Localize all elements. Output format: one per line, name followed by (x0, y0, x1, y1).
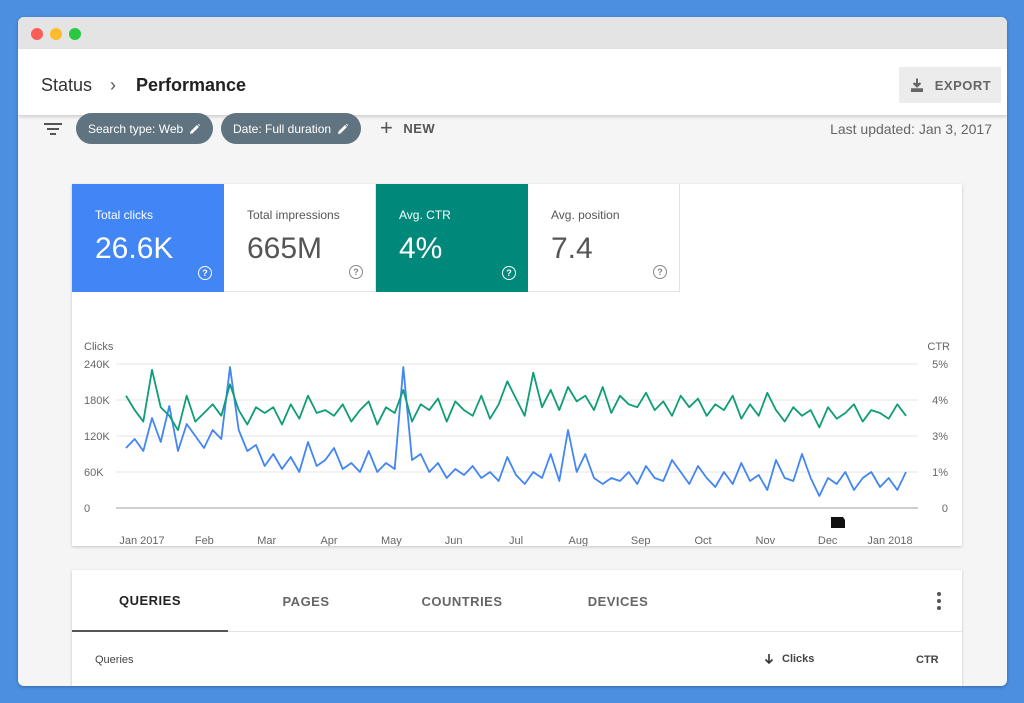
y-left-tick-label: 240K (84, 359, 110, 371)
y-right-tick-label: 0 (942, 503, 948, 515)
filter-icon[interactable] (43, 121, 63, 137)
metric-label: Avg. position (551, 208, 620, 222)
tab-queries[interactable]: QUERIES (72, 570, 228, 632)
help-icon[interactable]: ? (198, 266, 212, 280)
y-right-tick-label: 1% (932, 467, 948, 479)
metric-value: 7.4 (551, 232, 593, 265)
column-clicks-label: Clicks (782, 653, 815, 665)
download-icon (910, 78, 923, 92)
y-left-axis-label: Clicks (84, 341, 114, 353)
more-vert-icon[interactable] (936, 592, 942, 610)
filter-toolbar: Search type: Web Date: Full duration + N… (18, 113, 1007, 147)
y-right-tick-label: 5% (932, 359, 948, 371)
help-icon[interactable]: ? (653, 265, 667, 279)
metric-total-impressions[interactable]: Total impressions 665M ? (224, 184, 376, 292)
performance-line-chart[interactable]: Clicks CTR 240K 5% 180K 4% 120K 3% 60K 1% 0 0 Jan 20… (72, 314, 962, 546)
metric-label: Total clicks (95, 208, 154, 222)
metric-label: Total impressions (247, 208, 340, 222)
page-title: Performance (136, 75, 247, 95)
y-right-tick-label: 4% (932, 395, 948, 407)
tab-devices[interactable]: DEVICES (540, 570, 696, 632)
last-updated-text: Last updated: Jan 3, 2017 (830, 121, 992, 137)
x-tick-label: Feb (195, 535, 214, 546)
performance-chart-card: Total clicks 26.6K ? Total impressions 6… (72, 184, 962, 546)
close-window-button[interactable] (31, 28, 43, 40)
x-tick-label: Jul (509, 535, 523, 546)
y-left-tick-label: 60K (84, 467, 104, 479)
export-label: EXPORT (934, 77, 992, 93)
plus-icon: + (380, 115, 394, 140)
column-clicks[interactable]: Clicks (764, 653, 814, 665)
x-tick-label: Nov (756, 535, 776, 546)
breadcrumb-separator: › (110, 75, 116, 95)
table-header: Queries Clicks CTR (72, 632, 962, 686)
minimize-window-button[interactable] (50, 28, 62, 40)
dimension-tabs: QUERIES PAGES COUNTRIES DEVICES (72, 570, 962, 632)
series-line-clicks (125, 366, 907, 497)
export-button[interactable]: EXPORT (899, 67, 1001, 103)
dimension-table-card: QUERIES PAGES COUNTRIES DEVICES Queries … (72, 570, 962, 686)
y-left-tick-label: 0 (84, 503, 90, 515)
pencil-icon (338, 123, 349, 134)
column-queries[interactable]: Queries (95, 654, 134, 666)
new-filter-button[interactable]: + NEW (380, 115, 436, 140)
x-tick-label: Jan 2017 (119, 535, 164, 546)
search-type-chip[interactable]: Search type: Web (76, 113, 213, 144)
y-left-tick-label: 120K (84, 431, 110, 443)
metric-label: Avg. CTR (399, 208, 451, 222)
metric-total-clicks[interactable]: Total clicks 26.6K ? (72, 184, 224, 292)
flag-icon (831, 517, 845, 528)
x-tick-label: May (381, 535, 402, 546)
x-tick-label: Aug (569, 535, 589, 546)
maximize-window-button[interactable] (69, 28, 81, 40)
y-right-axis-label: CTR (927, 341, 950, 353)
page-header: Status › Performance EXPORT (18, 49, 1007, 115)
y-right-tick-label: 3% (932, 431, 948, 443)
help-icon[interactable]: ? (349, 265, 363, 279)
tab-pages[interactable]: PAGES (228, 570, 384, 632)
chip-label: Date: Full duration (233, 121, 332, 136)
x-tick-label: Oct (694, 535, 711, 546)
x-tick-label: Sep (631, 535, 651, 546)
metric-avg-position[interactable]: Avg. position 7.4 ? (528, 184, 680, 292)
metric-avg-ctr[interactable]: Avg. CTR 4% ? (376, 184, 528, 292)
arrow-down-icon (764, 654, 774, 665)
metric-value: 665M (247, 232, 323, 265)
y-left-tick-label: 180K (84, 395, 110, 407)
chip-label: Search type: Web (88, 121, 184, 136)
breadcrumb-status[interactable]: Status (41, 75, 92, 96)
pencil-icon (190, 123, 201, 134)
metric-value: 26.6K (95, 232, 174, 265)
new-label: NEW (403, 120, 436, 136)
x-tick-label: Dec (818, 535, 838, 546)
x-tick-label: Apr (320, 535, 337, 546)
x-tick-label: Jun (445, 535, 463, 546)
metric-value: 4% (399, 232, 443, 265)
x-tick-label: Mar (257, 535, 276, 546)
window-titlebar (18, 17, 1007, 49)
tab-countries[interactable]: COUNTRIES (384, 570, 540, 632)
column-ctr[interactable]: CTR (916, 654, 939, 666)
date-range-chip[interactable]: Date: Full duration (221, 113, 361, 144)
x-tick-label: Jan 2018 (867, 535, 912, 546)
browser-window: Status › Performance EXPORT Search type:… (18, 17, 1007, 686)
help-icon[interactable]: ? (502, 266, 516, 280)
